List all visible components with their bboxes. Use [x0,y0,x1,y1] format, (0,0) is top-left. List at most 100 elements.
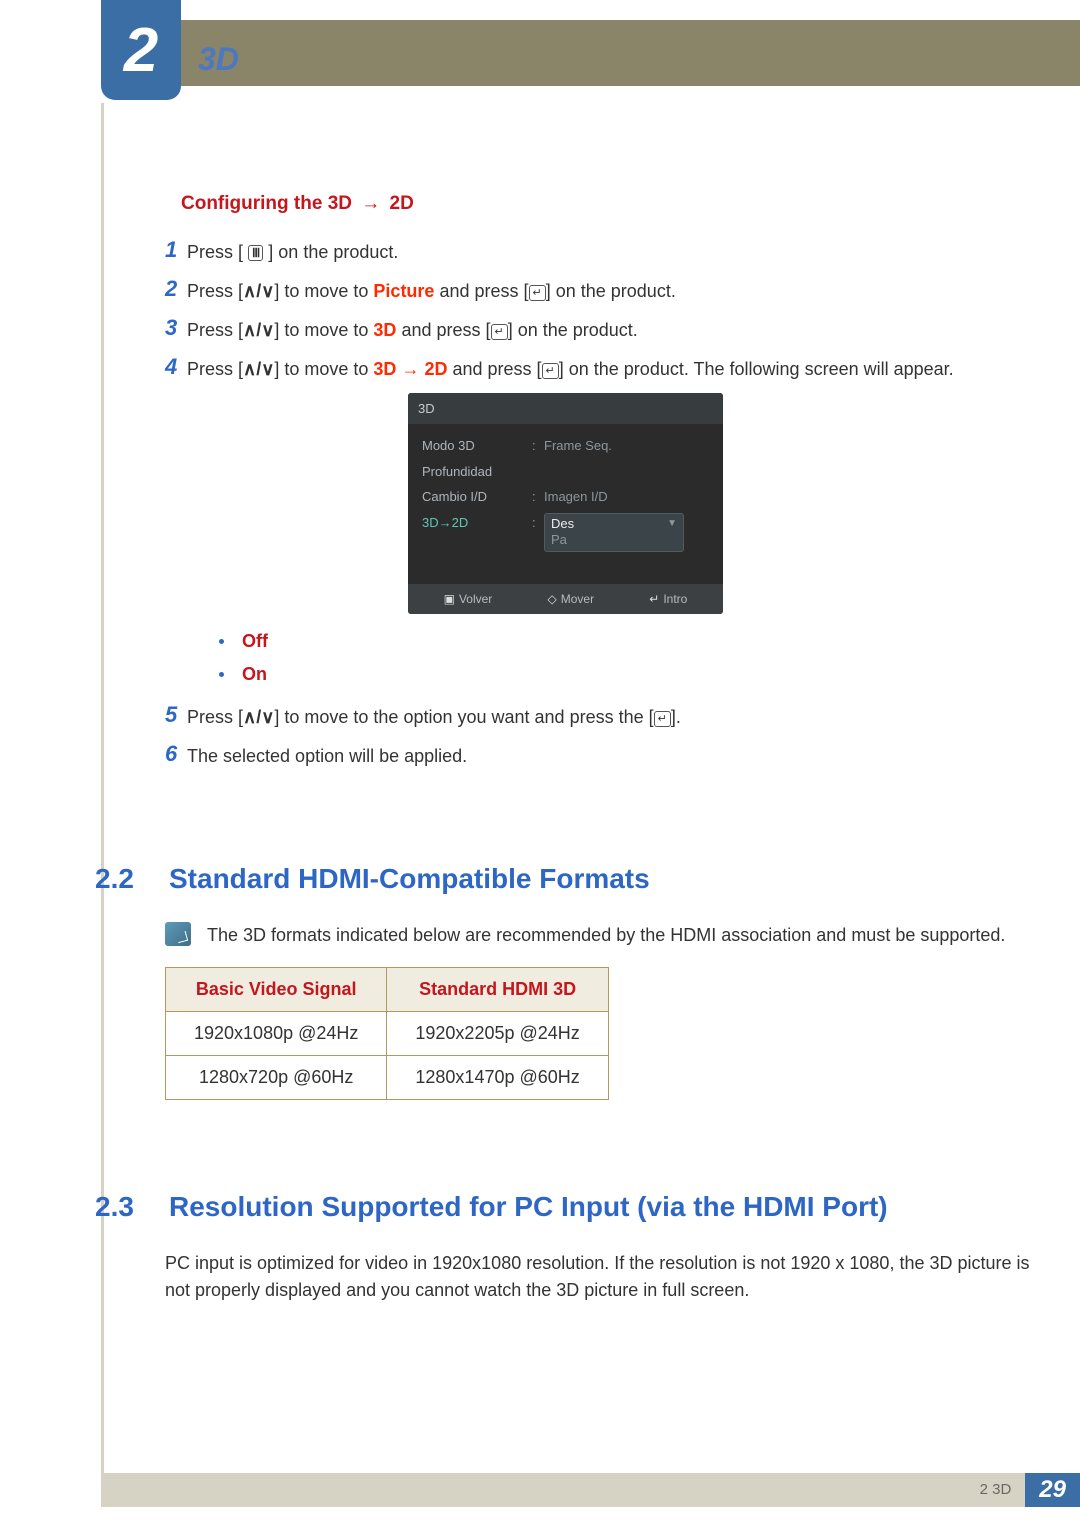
enter-button-icon: ↵ [529,285,546,301]
section-2-3-heading: 2.3 Resolution Supported for PC Input (v… [95,1186,1030,1228]
page-content: Configuring the 3D → 2D 1 Press [ Ⅲ ] on… [101,190,1030,1304]
step-1-text: Press [ Ⅲ ] on the product. [187,237,1030,266]
section-number: 2.2 [95,858,169,900]
osd-body: Modo 3D : Frame Seq. Profundidad Cambio … [408,424,723,584]
table-row: 1280x720p @60Hz 1280x1470p @60Hz [166,1056,609,1100]
section-title: Standard HDMI-Compatible Formats [169,858,650,900]
section-number: 2.3 [95,1186,169,1228]
chapter-number-badge: 2 [101,0,181,100]
note-row: The 3D formats indicated below are recom… [165,922,1030,949]
step-3-number: 3 [165,315,187,341]
t: Press [ [187,359,243,379]
t: 2D [424,359,447,379]
t: and press [ [434,281,528,301]
menu-icon: ▣ [444,592,455,606]
footer-page-number: 29 [1025,1473,1080,1507]
t: Press [ [187,707,243,727]
bullet-on: On [219,661,1030,688]
table-header-basic: Basic Video Signal [166,968,387,1012]
updown-icon: ∧/∨ [243,707,274,727]
arrow-icon: → [396,359,424,379]
footer-breadcrumb: 2 3D [966,1473,1026,1507]
osd-colon: : [532,436,544,456]
bullet-label: Off [242,628,268,655]
bullet-label: On [242,661,267,688]
subheading-suffix: 2D [390,193,414,214]
step-3-text: Press [∧/∨] to move to 3D and press [↵] … [187,315,1030,344]
section-2-3-paragraph: PC input is optimized for video in 1920x… [165,1250,1030,1304]
note-icon [165,922,191,946]
step-5: 5 Press [∧/∨] to move to the option you … [165,702,1030,731]
table-cell: 1280x1470p @60Hz [387,1056,608,1100]
highlight-3d-2d: 3D → 2D [373,359,447,379]
t: Mover [561,592,594,606]
t: Intro [663,592,687,606]
enter-icon: ↵ [649,592,659,606]
enter-button-icon: ↵ [654,711,671,727]
page-footer: 2 3D 29 [101,1473,1080,1507]
header-band [101,20,1080,86]
osd-hint-mover: ◇ Mover [548,590,595,608]
step-6: 6 The selected option will be applied. [165,741,1030,770]
chapter-title: 3D [198,35,239,83]
menu-button-icon: Ⅲ [248,245,263,261]
osd-value: Imagen I/D [544,487,709,507]
osd-value [544,462,709,482]
updown-icon: ∧/∨ [243,281,274,301]
step-1: 1 Press [ Ⅲ ] on the product. [165,237,1030,266]
move-icon: ◇ [548,592,557,606]
osd-colon: : [532,513,544,553]
hdmi-formats-table: Basic Video Signal Standard HDMI 3D 1920… [165,967,609,1100]
t: and press [ [447,359,541,379]
t: Volver [459,592,492,606]
osd-label: Profundidad [422,462,532,482]
osd-row-3d2d: 3D→2D : Des Pa ▼ [422,513,709,553]
step-1-a: Press [ [187,242,248,262]
table-header-hdmi3d: Standard HDMI 3D [387,968,608,1012]
step-4-number: 4 [165,354,187,380]
osd-label: 3D→2D [422,513,532,553]
section-title: Resolution Supported for PC Input (via t… [169,1186,888,1228]
t: ] to move to the option you want and pre… [274,707,653,727]
osd-hint-bar: ▣ Volver ◇ Mover ↵ Intro [408,584,723,614]
step-2-text: Press [∧/∨] to move to Picture and press… [187,276,1030,305]
option-bullets: Off On [219,628,1030,688]
step-5-number: 5 [165,702,187,728]
step-6-number: 6 [165,741,187,767]
note-text: The 3D formats indicated below are recom… [207,922,1030,949]
t: ] on the product. [546,281,676,301]
t: Press [ [187,320,243,340]
osd-dropdown-alt: Pa [551,532,677,549]
step-1-b: ] on the product. [263,242,398,262]
osd-hint-volver: ▣ Volver [444,590,493,608]
table-cell: 1280x720p @60Hz [166,1056,387,1100]
t: ] on the product. The following screen w… [559,359,954,379]
t: ] to move to [274,359,373,379]
table-cell: 1920x2205p @24Hz [387,1012,608,1056]
chevron-down-icon: ▼ [667,517,677,530]
osd-title: 3D [408,393,723,425]
osd-screenshot: 3D Modo 3D : Frame Seq. Profundidad Camb… [408,393,723,615]
t: ] to move to [274,320,373,340]
highlight-picture: Picture [373,281,434,301]
osd-dropdown-selected: Des [551,516,677,533]
t: and press [ [396,320,490,340]
step-2-number: 2 [165,276,187,302]
step-6-text: The selected option will be applied. [187,741,1030,770]
osd-label: Modo 3D [422,436,532,456]
step-1-number: 1 [165,237,187,263]
t: 3D [373,359,396,379]
osd-value-dropdown: Des Pa ▼ [544,513,709,553]
t: ] to move to [274,281,373,301]
table-row: 1920x1080p @24Hz 1920x2205p @24Hz [166,1012,609,1056]
osd-value: Frame Seq. [544,436,709,456]
osd-colon: : [532,487,544,507]
t: ]. [671,707,681,727]
osd-row-cambio: Cambio I/D : Imagen I/D [422,487,709,507]
table-cell: 1920x1080p @24Hz [166,1012,387,1056]
t: ] on the product. [508,320,638,340]
step-4-text: Press [∧/∨] to move to 3D → 2D and press… [187,354,1030,383]
enter-button-icon: ↵ [542,363,559,379]
osd-colon [532,462,544,482]
step-3: 3 Press [∧/∨] to move to 3D and press [↵… [165,315,1030,344]
